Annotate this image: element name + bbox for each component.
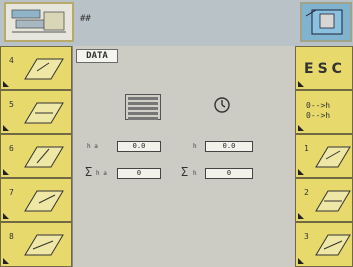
clock-icon	[214, 97, 230, 113]
softkey-number: 8	[9, 232, 14, 241]
softkey-number: 5	[9, 100, 14, 109]
counter-list-icon	[125, 94, 161, 120]
softkey-left-8[interactable]: 8	[0, 222, 72, 267]
softkey-corner-indicator	[3, 169, 9, 175]
softkey-number: 7	[9, 188, 14, 197]
softkey-corner-indicator	[3, 213, 9, 219]
softkey-left-5[interactable]: 5	[0, 90, 72, 134]
softkey-corner-indicator	[3, 125, 9, 131]
stitch-pattern-icon	[24, 190, 64, 212]
softkey-number: 6	[9, 144, 14, 153]
top-right-status-icon[interactable]	[300, 2, 352, 42]
esc-label: ESC	[304, 61, 346, 77]
softkey-right-1[interactable]: 1	[295, 134, 353, 178]
softkey-left-6[interactable]: 6	[0, 134, 72, 178]
left-softkeys: 4 5 6 7 8	[0, 46, 72, 267]
softkey-corner-indicator	[298, 213, 304, 219]
machine-terminal-screen: ## 4 5 6 7 8 DATA h a 0.0 h 0.0 Σ h a 0 …	[0, 0, 353, 267]
stitch-pattern-icon	[315, 146, 351, 168]
softkey-number: 1	[304, 144, 309, 153]
sum-h-a-label: h a	[96, 170, 107, 177]
sigma-icon: Σ	[181, 165, 189, 179]
h-a-label: h a	[87, 143, 98, 150]
stitch-pattern-icon	[24, 58, 64, 80]
softkey-corner-indicator	[3, 81, 9, 87]
reset-text: 0-->h 0-->h	[306, 101, 330, 121]
data-tab[interactable]: DATA	[76, 49, 118, 63]
machine-status-icon	[305, 9, 343, 35]
softkey-corner-indicator	[3, 258, 9, 264]
stitch-pattern-icon	[24, 146, 64, 168]
stitch-pattern-icon	[315, 234, 351, 256]
sum-h-field[interactable]: 0	[205, 168, 253, 179]
h-label: h	[193, 143, 197, 150]
h-a-field[interactable]: 0.0	[117, 141, 161, 152]
reset-line-2: 0-->h	[306, 111, 331, 120]
mode-icon	[11, 9, 66, 33]
softkey-left-4[interactable]: 4	[0, 46, 72, 90]
stitch-pattern-icon	[315, 190, 351, 212]
top-left-mode-icon[interactable]	[4, 2, 74, 42]
softkey-number: 3	[304, 232, 309, 241]
sigma-icon: Σ	[85, 165, 93, 179]
top-bar: ##	[0, 0, 353, 46]
reset-line-1: 0-->h	[306, 101, 331, 110]
data-panel: DATA h a 0.0 h 0.0 Σ h a 0 Σ h 0	[72, 46, 297, 267]
softkey-right-2[interactable]: 2	[295, 178, 353, 222]
h-field[interactable]: 0.0	[205, 141, 253, 152]
softkey-corner-indicator	[298, 258, 304, 264]
softkey-corner-indicator	[298, 125, 304, 131]
stitch-pattern-icon	[24, 102, 64, 124]
softkey-left-7[interactable]: 7	[0, 178, 72, 222]
stitch-pattern-icon	[24, 234, 64, 256]
top-title: ##	[80, 14, 91, 24]
sum-h-a-field[interactable]: 0	[117, 168, 161, 179]
sum-h-label: h	[193, 170, 197, 177]
softkey-reset-counters[interactable]: 0-->h 0-->h	[295, 90, 353, 134]
right-softkeys: ESC 0-->h 0-->h 1 2 3	[295, 46, 353, 267]
softkey-corner-indicator	[298, 169, 304, 175]
softkey-esc[interactable]: ESC	[295, 46, 353, 90]
softkey-number: 2	[304, 188, 309, 197]
softkey-right-3[interactable]: 3	[295, 222, 353, 267]
softkey-number: 4	[9, 56, 14, 65]
softkey-corner-indicator	[298, 81, 304, 87]
